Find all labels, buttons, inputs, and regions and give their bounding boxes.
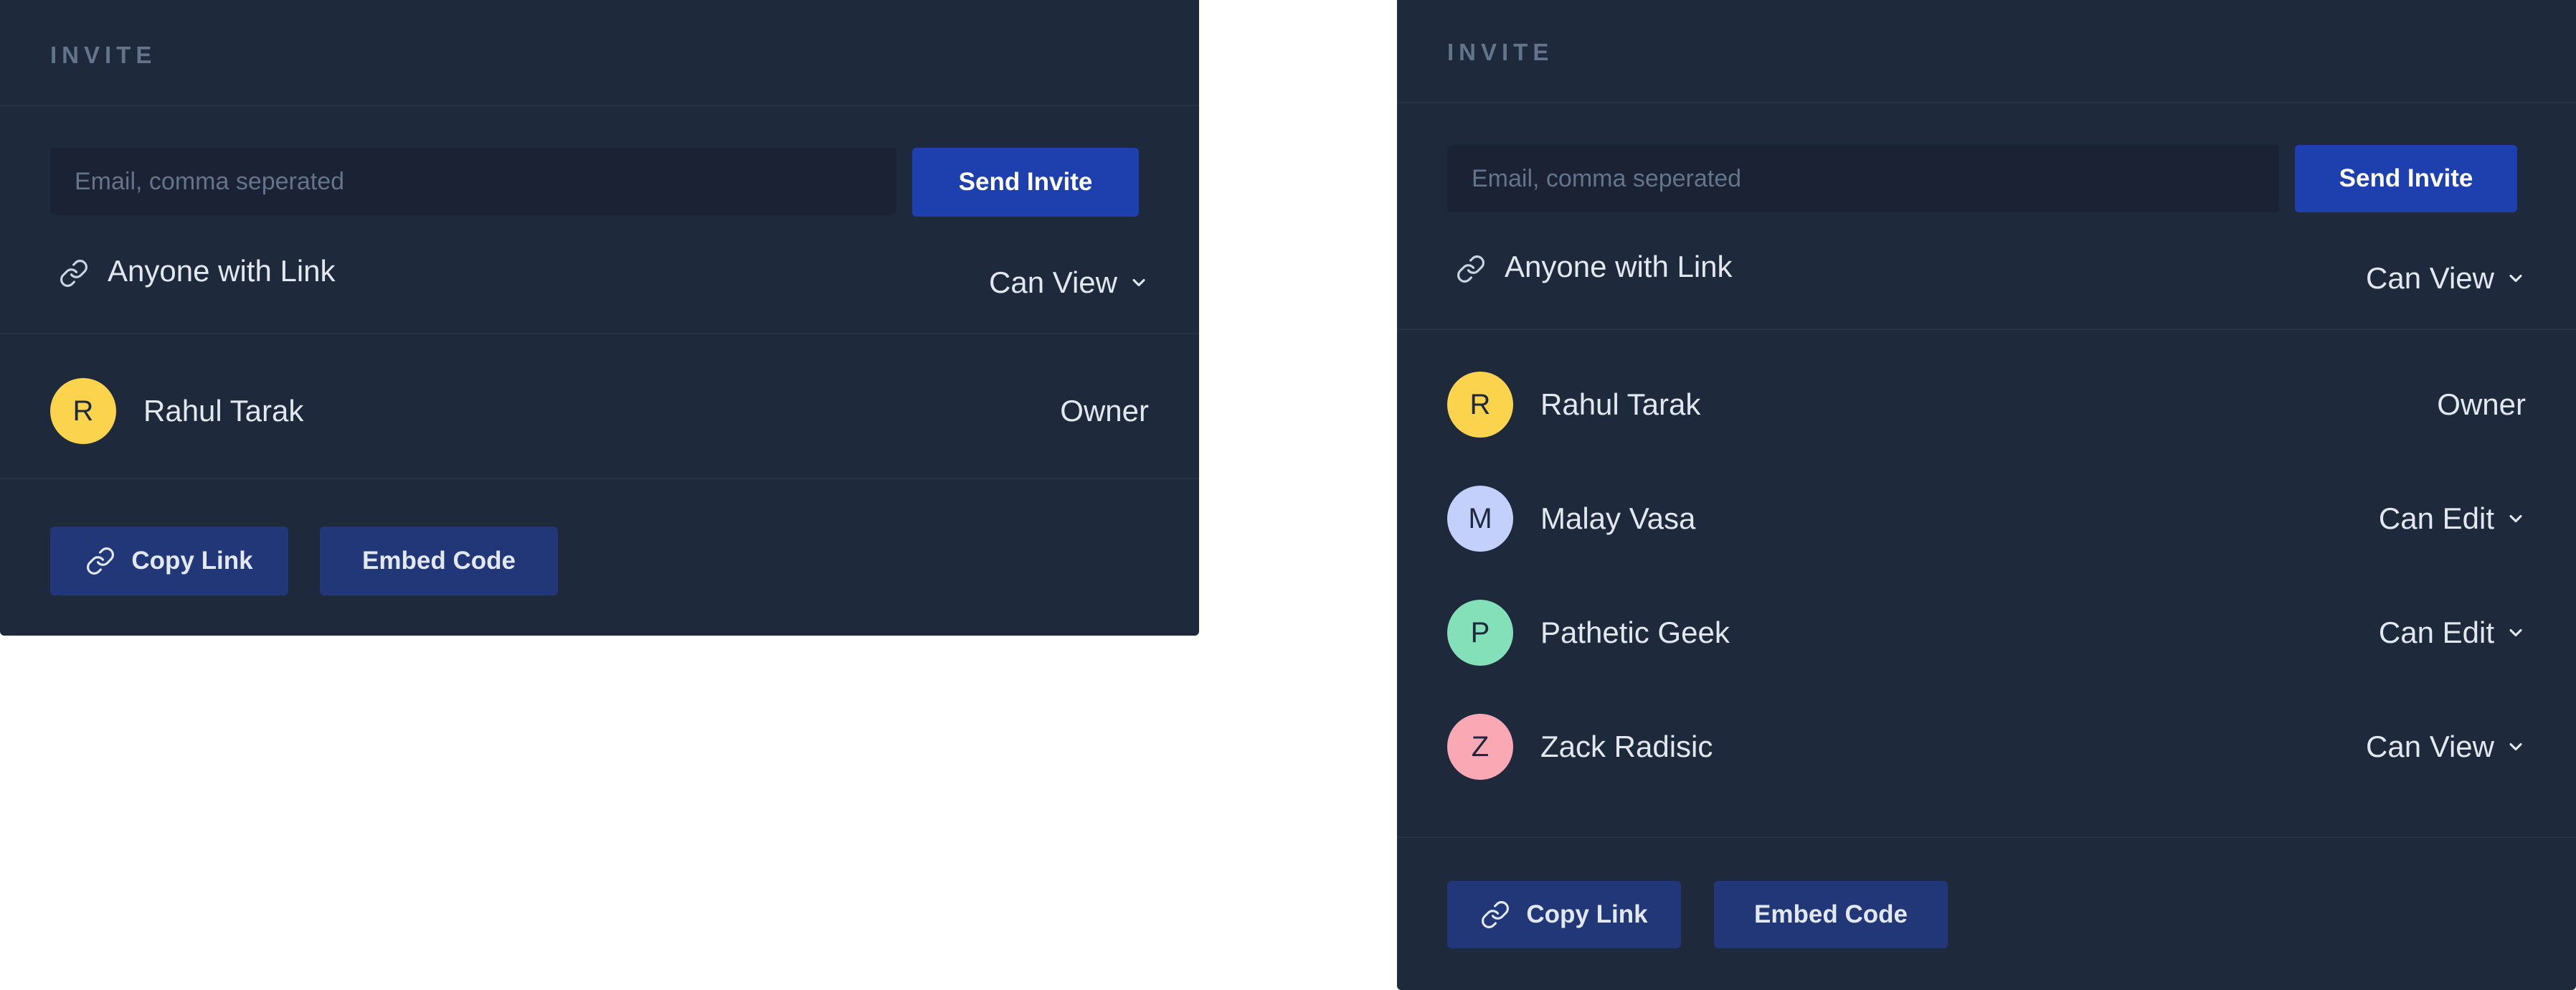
divider <box>1397 329 2576 330</box>
divider <box>0 333 1199 334</box>
panel-heading: INVITE <box>1447 39 1554 65</box>
user-permission-dropdown[interactable]: Can View <box>2366 730 2526 764</box>
link-icon <box>85 546 115 576</box>
user-row: M Malay Vasa Can Edit <box>1447 486 2526 552</box>
link-share-label: Anyone with Link <box>1505 250 1733 283</box>
panel-heading: INVITE <box>50 42 157 68</box>
divider <box>0 105 1199 106</box>
send-invite-button[interactable]: Send Invite <box>912 148 1139 217</box>
avatar: Z <box>1447 714 1513 780</box>
copy-link-button[interactable]: Copy Link <box>50 527 288 595</box>
user-row: R Rahul Tarak Owner <box>50 378 1149 444</box>
divider <box>0 478 1199 479</box>
link-icon <box>1456 254 1486 288</box>
user-permission-dropdown[interactable]: Can Edit <box>2379 616 2526 650</box>
link-icon <box>59 258 89 292</box>
send-invite-button[interactable]: Send Invite <box>2295 145 2517 212</box>
user-role: Owner <box>1060 394 1149 428</box>
chevron-down-icon <box>2506 509 2526 529</box>
user-name: Malay Vasa <box>1540 501 1696 535</box>
user-permission-value: Can Edit <box>2378 501 2494 535</box>
link-share-label: Anyone with Link <box>108 254 336 288</box>
divider <box>1397 836 2576 838</box>
email-input[interactable] <box>50 148 896 215</box>
user-row: R Rahul Tarak Owner <box>1447 372 2526 438</box>
divider <box>1397 102 2576 103</box>
embed-code-button[interactable]: Embed Code <box>320 527 558 595</box>
user-row: P Pathetic Geek Can Edit <box>1447 600 2526 666</box>
invite-panel-compact: INVITE Send Invite Anyone with Link Can … <box>0 0 1199 636</box>
embed-code-button[interactable]: Embed Code <box>1714 881 1948 948</box>
avatar: R <box>1447 372 1513 438</box>
user-row: Z Zack Radisic Can View <box>1447 714 2526 780</box>
avatar: P <box>1447 600 1513 666</box>
link-share-row: Anyone with Link Can View <box>50 247 1149 300</box>
copy-link-label: Copy Link <box>131 547 253 575</box>
chevron-down-icon <box>2506 623 2526 643</box>
avatar: M <box>1447 486 1513 552</box>
user-role: Owner <box>2437 387 2526 421</box>
invite-panel-expanded: INVITE Send Invite Anyone with Link Can … <box>1397 0 2576 990</box>
user-name: Rahul Tarak <box>143 394 304 428</box>
user-permission-value: Can Edit <box>2378 616 2494 649</box>
link-share-row: Anyone with Link Can View <box>1447 242 2526 296</box>
email-input[interactable] <box>1447 145 2279 212</box>
user-name: Zack Radisic <box>1540 730 1713 763</box>
user-name: Rahul Tarak <box>1540 387 1701 421</box>
user-name: Pathetic Geek <box>1540 616 1730 649</box>
link-permission-dropdown[interactable]: Can View <box>2366 261 2526 296</box>
link-icon <box>1480 900 1510 930</box>
user-permission-value: Can View <box>2366 730 2494 763</box>
copy-link-button[interactable]: Copy Link <box>1447 881 1681 948</box>
link-permission-value: Can View <box>989 265 1117 299</box>
copy-link-label: Copy Link <box>1526 900 1648 928</box>
avatar: R <box>50 378 116 444</box>
chevron-down-icon <box>2506 268 2526 288</box>
chevron-down-icon <box>2506 737 2526 757</box>
user-permission-dropdown[interactable]: Can Edit <box>2379 501 2526 536</box>
chevron-down-icon <box>1129 273 1149 293</box>
link-permission-dropdown[interactable]: Can View <box>989 265 1149 300</box>
link-permission-value: Can View <box>2366 261 2494 295</box>
